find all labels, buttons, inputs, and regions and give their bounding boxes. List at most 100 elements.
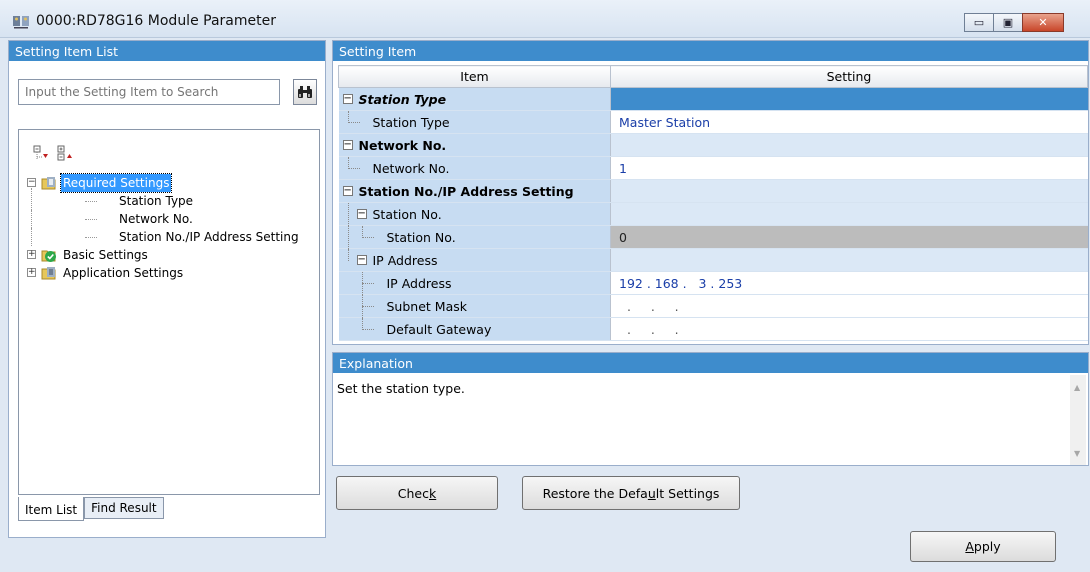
grid-setting-value: [610, 202, 1088, 226]
setting-item-box: Setting Item Item Setting − Station Type …: [332, 40, 1089, 345]
close-icon: ✕: [1038, 16, 1048, 29]
setting-tree: − Required Settings Station Type Network…: [25, 173, 315, 282]
grid-item-label: Station No./IP Address Setting: [358, 184, 574, 199]
tree-connector: [31, 188, 32, 210]
grid-row-station-ip-category[interactable]: − Station No./IP Address Setting: [338, 179, 1088, 203]
collapse-icon[interactable]: −: [27, 178, 36, 187]
module-parameter-icon: [13, 16, 29, 29]
grid-row-network-no-category[interactable]: − Network No.: [338, 133, 1088, 157]
grid-row-ip-address[interactable]: IP Address 192 . 168 . 3 . 253: [338, 271, 1088, 295]
grid-item-label: Default Gateway: [386, 322, 492, 337]
check-button[interactable]: Check: [336, 476, 498, 510]
collapse-icon[interactable]: −: [342, 186, 353, 196]
ip-address-value[interactable]: 192 . 168 . 3 . 253: [610, 271, 1088, 295]
expand-icon[interactable]: +: [27, 268, 36, 277]
restore-default-settings-button[interactable]: Restore the Default Settings: [522, 476, 740, 510]
collapse-all-icon[interactable]: [57, 145, 73, 161]
maximize-button[interactable]: ▣: [993, 13, 1023, 32]
tree-item-application-settings[interactable]: + Application Settings: [25, 264, 315, 282]
column-header-item: Item: [338, 65, 611, 88]
tree-view: − Required Settings Station Type Network…: [18, 129, 320, 495]
grid-setting-value: [610, 248, 1088, 272]
collapse-icon[interactable]: −: [342, 140, 353, 150]
setting-item-list-header: Setting Item List: [9, 41, 325, 61]
check-button-label: Chec: [397, 485, 429, 501]
tree-connector: [31, 210, 32, 228]
tree-connector: [361, 306, 374, 307]
grid-item-label: Network No.: [358, 138, 447, 153]
grid-setting-value: [610, 87, 1088, 111]
grid-row-network-no[interactable]: Network No. 1: [338, 156, 1088, 180]
tree-item-required-settings[interactable]: − Required Settings: [25, 173, 315, 193]
collapse-icon[interactable]: −: [342, 94, 353, 104]
grid-row-station-type[interactable]: Station Type Master Station: [338, 110, 1088, 134]
grid-row-ip-address-subcategory[interactable]: − IP Address: [338, 248, 1088, 272]
tree-label: Station No./IP Address Setting: [119, 230, 299, 244]
grid-item-label: Network No.: [372, 161, 450, 176]
tree-connector: [85, 219, 97, 220]
tree-connector: [31, 228, 32, 246]
explanation-box: Explanation Set the station type. ▲ ▼: [332, 352, 1089, 466]
default-gateway-value[interactable]: . . .: [610, 317, 1088, 341]
folder-required-icon: [41, 177, 56, 190]
expand-all-icon[interactable]: [33, 145, 49, 161]
close-button[interactable]: ✕: [1022, 13, 1064, 32]
folder-icon: [41, 267, 56, 280]
grid-row-station-type-category[interactable]: − Station Type: [338, 87, 1088, 111]
grid-header-row: Item Setting: [338, 65, 1088, 88]
minimize-button[interactable]: ▭: [964, 13, 994, 32]
grid-item-label: Station Type: [358, 92, 447, 107]
tab-item-list[interactable]: Item List: [18, 497, 85, 521]
binoculars-icon: [298, 86, 312, 98]
window-title: 0000:RD78G16 Module Parameter: [36, 13, 276, 29]
tree-connector: [85, 201, 97, 202]
window-titlebar: 0000:RD78G16 Module Parameter ▭ ▣ ✕: [0, 0, 1090, 38]
tree-label: Station Type: [119, 194, 194, 208]
tree-label: Network No.: [119, 212, 193, 226]
column-header-setting: Setting: [610, 65, 1088, 88]
tree-connector: [347, 226, 349, 249]
expand-icon[interactable]: +: [27, 250, 36, 259]
tree-item-station-no-ip[interactable]: Station No./IP Address Setting: [25, 228, 315, 246]
tree-toolbar: [33, 145, 73, 161]
maximize-icon: ▣: [1002, 16, 1014, 29]
grid-item-label: Station Type: [372, 115, 450, 130]
grid-row-subnet-mask[interactable]: Subnet Mask . . .: [338, 294, 1088, 318]
check-button-mnemonic: k: [428, 485, 437, 501]
collapse-icon[interactable]: −: [356, 209, 367, 219]
grid-row-default-gateway[interactable]: Default Gateway . . .: [338, 317, 1088, 341]
subnet-mask-value[interactable]: . . .: [610, 294, 1088, 318]
grid-setting-value: [610, 179, 1088, 203]
scroll-up-icon[interactable]: ▲: [1074, 383, 1080, 392]
tree-item-network-no[interactable]: Network No.: [25, 210, 315, 228]
left-panel-tabs: Item List Find Result: [18, 497, 164, 521]
setting-grid: Item Setting − Station Type Station Type …: [338, 65, 1088, 341]
station-type-value[interactable]: Master Station: [610, 110, 1088, 134]
explanation-text: Set the station type.: [337, 381, 465, 396]
window-controls: ▭ ▣ ✕: [964, 13, 1064, 32]
scroll-down-icon[interactable]: ▼: [1074, 449, 1080, 458]
tree-item-station-type[interactable]: Station Type: [25, 188, 315, 210]
restore-button-label-end: lt Settings: [655, 485, 720, 501]
grid-item-label: Station No.: [386, 230, 456, 245]
tree-label: Basic Settings: [63, 248, 148, 262]
tab-find-result[interactable]: Find Result: [84, 497, 164, 519]
network-no-value[interactable]: 1: [610, 156, 1088, 180]
grid-setting-value: [610, 133, 1088, 157]
tree-connector: [361, 283, 374, 284]
grid-row-station-no[interactable]: Station No. 0: [338, 225, 1088, 249]
find-button[interactable]: [293, 79, 317, 105]
search-input[interactable]: [18, 79, 280, 105]
tree-item-basic-settings[interactable]: + Basic Settings: [25, 246, 315, 264]
grid-item-label: IP Address: [372, 253, 438, 268]
tree-label: Application Settings: [63, 266, 184, 280]
tree-connector: [361, 237, 374, 238]
collapse-icon[interactable]: −: [356, 255, 367, 265]
explanation-scrollbar[interactable]: ▲ ▼: [1070, 375, 1086, 465]
apply-button-label: pply: [973, 539, 1001, 554]
station-no-value[interactable]: 0: [610, 225, 1088, 249]
grid-row-station-no-subcategory[interactable]: − Station No.: [338, 202, 1088, 226]
tree-connector: [85, 237, 97, 238]
folder-checked-icon: [41, 250, 56, 262]
apply-button[interactable]: Apply: [910, 531, 1056, 562]
